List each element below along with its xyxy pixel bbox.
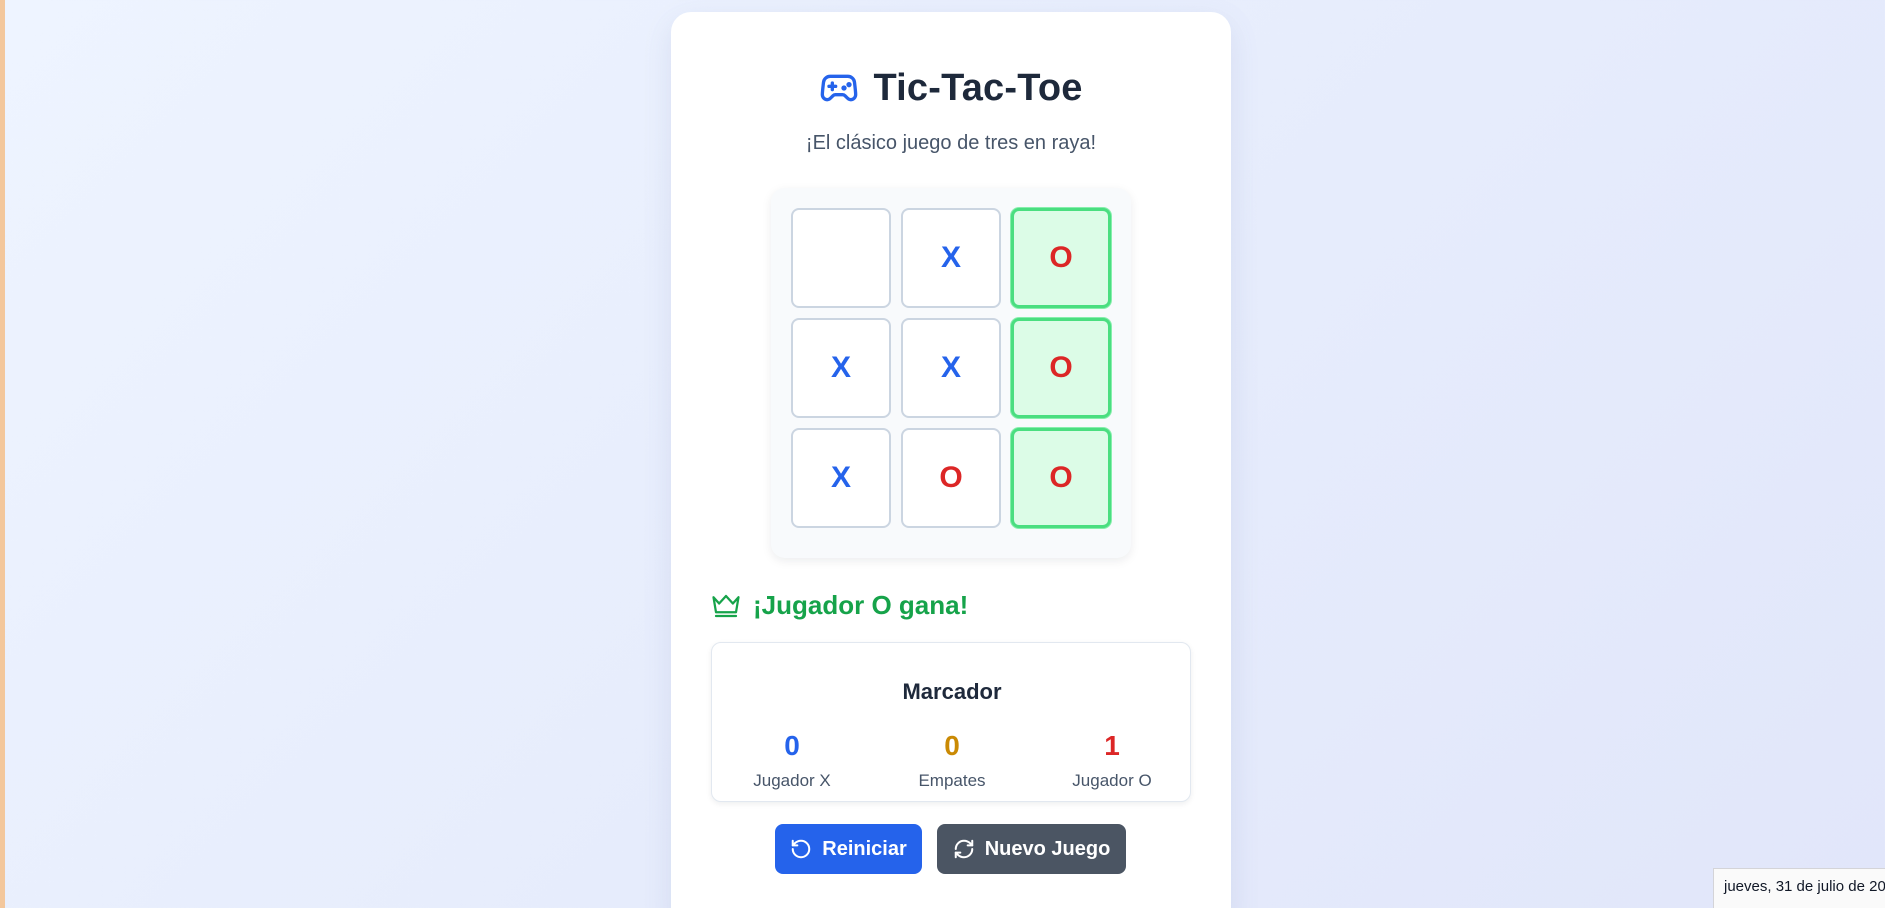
board-cell-1[interactable] [791, 208, 891, 308]
cell-mark: X [830, 461, 851, 494]
page-title: Tic-Tac-Toe [873, 66, 1083, 109]
cell-mark: O [939, 461, 963, 494]
game-status: ¡Jugador O gana! [711, 590, 968, 621]
new-game-button[interactable]: Nuevo Juego [937, 824, 1126, 874]
scoreboard-title: Marcador [902, 679, 1002, 704]
cell-mark: O [1049, 241, 1073, 274]
board-cell-2[interactable]: X [901, 208, 1001, 308]
refresh-icon [953, 838, 975, 860]
cell-mark: O [1049, 351, 1073, 384]
score-player-o: 1 Jugador O [1032, 729, 1192, 791]
cell-mark: O [1049, 461, 1073, 494]
board-cell-5[interactable]: X [901, 318, 1001, 418]
score-player-x: 0 Jugador X [712, 729, 872, 791]
cell-mark: X [940, 351, 961, 384]
board-cell-3[interactable]: O [1011, 208, 1111, 308]
crown-icon [711, 591, 741, 621]
score-x-value: 0 [784, 730, 800, 761]
board-cell-8[interactable]: O [901, 428, 1001, 528]
header: Tic-Tac-Toe [671, 64, 1231, 112]
score-o-label: Jugador O [1072, 771, 1152, 790]
reset-button[interactable]: Reiniciar [775, 824, 922, 874]
score-x-label: Jugador X [753, 771, 831, 790]
cell-mark: X [830, 351, 851, 384]
action-buttons: Reiniciar Nuevo Juego [775, 824, 1126, 874]
score-draws: 0 Empates [872, 729, 1032, 791]
page-subtitle: ¡El clásico juego de tres en raya! [805, 132, 1097, 154]
score-o-value: 1 [1104, 730, 1120, 761]
scoreboard: Marcador 0 Jugador X 0 Empates 1 Jugador… [711, 642, 1191, 802]
game-card: Tic-Tac-Toe ¡El clásico juego de tres en… [671, 12, 1231, 908]
reset-button-label: Reiniciar [822, 837, 907, 860]
left-window-edge [0, 0, 5, 908]
board-cell-7[interactable]: X [791, 428, 891, 528]
scoreboard-columns: 0 Jugador X 0 Empates 1 Jugador O [712, 729, 1192, 791]
cell-mark: X [940, 241, 961, 274]
score-draws-label: Empates [918, 771, 986, 790]
board-grid: X O X X O X O O [791, 208, 1111, 528]
game-board: X O X X O X O O [771, 188, 1131, 558]
score-draws-value: 0 [944, 730, 960, 761]
board-cell-6[interactable]: O [1011, 318, 1111, 418]
taskbar-date[interactable]: jueves, 31 de julio de 20 [1713, 868, 1885, 908]
status-text: ¡Jugador O gana! [753, 590, 969, 620]
board-cell-9[interactable]: O [1011, 428, 1111, 528]
board-cell-4[interactable]: X [791, 318, 891, 418]
rotate-ccw-icon [790, 838, 812, 860]
new-game-button-label: Nuevo Juego [984, 837, 1111, 860]
gamepad-icon [819, 68, 859, 108]
